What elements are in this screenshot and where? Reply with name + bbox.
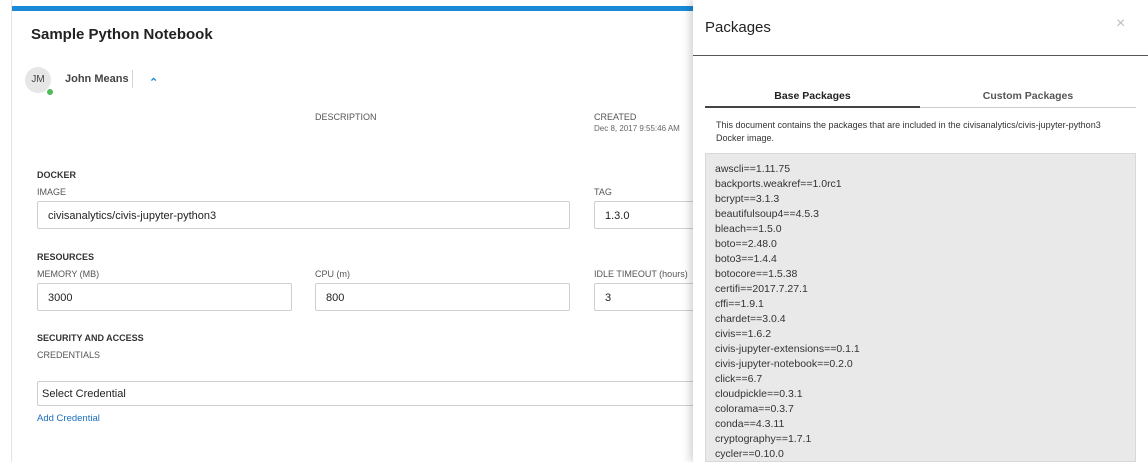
list-item: awscli==1.11.75	[715, 163, 791, 175]
packages-drawer: Packages × Base Packages Custom Packages…	[693, 0, 1148, 462]
chevron-up-icon[interactable]: ⌃	[149, 76, 158, 89]
list-item: beautifulsoup4==4.5.3	[715, 208, 819, 220]
divider	[693, 55, 1148, 56]
list-item: cloudpickle==0.3.1	[715, 388, 803, 400]
list-item: colorama==0.3.7	[715, 403, 794, 415]
drawer-title: Packages	[705, 19, 771, 36]
list-item: boto==2.48.0	[715, 238, 777, 250]
packages-list-box[interactable]: awscli==1.11.75 backports.weakref==1.0rc…	[705, 153, 1136, 462]
list-item: bleach==1.5.0	[715, 223, 782, 235]
list-item: civis==1.6.2	[715, 328, 772, 340]
list-item: backports.weakref==1.0rc1	[715, 178, 842, 190]
list-item: civis-jupyter-notebook==0.2.0	[715, 358, 853, 370]
owner-name: John Means	[65, 73, 129, 85]
created-label: CREATED	[594, 112, 637, 122]
tab-underline	[920, 107, 1136, 108]
docker-section-title: DOCKER	[37, 170, 77, 180]
list-item: cryptography==1.7.1	[715, 433, 812, 445]
security-section-title: SECURITY AND ACCESS	[37, 333, 144, 343]
credential-select[interactable]: Select Credential	[37, 381, 712, 406]
list-item: boto3==1.4.4	[715, 253, 777, 265]
idle-timeout-label: IDLE TIMEOUT (hours)	[594, 269, 688, 279]
image-input[interactable]: civisanalytics/civis-jupyter-python3	[37, 201, 570, 229]
list-item: certifi==2017.7.27.1	[715, 283, 808, 295]
list-item: botocore==1.5.38	[715, 268, 798, 280]
list-item: conda==4.3.11	[715, 418, 785, 430]
packages-list: awscli==1.11.75 backports.weakref==1.0rc…	[706, 154, 1135, 461]
divider	[132, 70, 133, 88]
cpu-label: CPU (m)	[315, 269, 350, 279]
packages-description: This document contains the packages that…	[716, 120, 1101, 143]
created-value: Dec 8, 2017 9:55:46 AM	[594, 124, 680, 133]
active-tab-indicator	[705, 106, 920, 108]
page-title: Sample Python Notebook	[31, 26, 213, 43]
online-status-icon	[46, 88, 54, 96]
tag-label: TAG	[594, 187, 612, 197]
list-item: cycler==0.10.0	[715, 448, 784, 460]
list-item: bcrypt==3.1.3	[715, 193, 780, 205]
description-label: DESCRIPTION	[315, 112, 377, 122]
notebook-card: Sample Python Notebook JM John Means ⌃ D…	[11, 0, 712, 462]
tab-custom-packages[interactable]: Custom Packages	[920, 90, 1136, 108]
card-accent-bar	[12, 6, 712, 11]
image-label: IMAGE	[37, 187, 67, 197]
list-item: click==6.7	[715, 373, 763, 385]
memory-input[interactable]: 3000	[37, 283, 292, 311]
memory-label: MEMORY (MB)	[37, 269, 100, 279]
credentials-label: CREDENTIALS	[37, 350, 101, 360]
list-item: chardet==3.0.4	[715, 313, 786, 325]
close-icon[interactable]: ×	[1116, 15, 1125, 33]
cpu-input[interactable]: 800	[315, 283, 570, 311]
resources-section-title: RESOURCES	[37, 252, 95, 262]
add-credential-link[interactable]: Add Credential	[37, 413, 100, 424]
list-item: cffi==1.9.1	[715, 298, 764, 310]
list-item: civis-jupyter-extensions==0.1.1	[715, 343, 860, 355]
